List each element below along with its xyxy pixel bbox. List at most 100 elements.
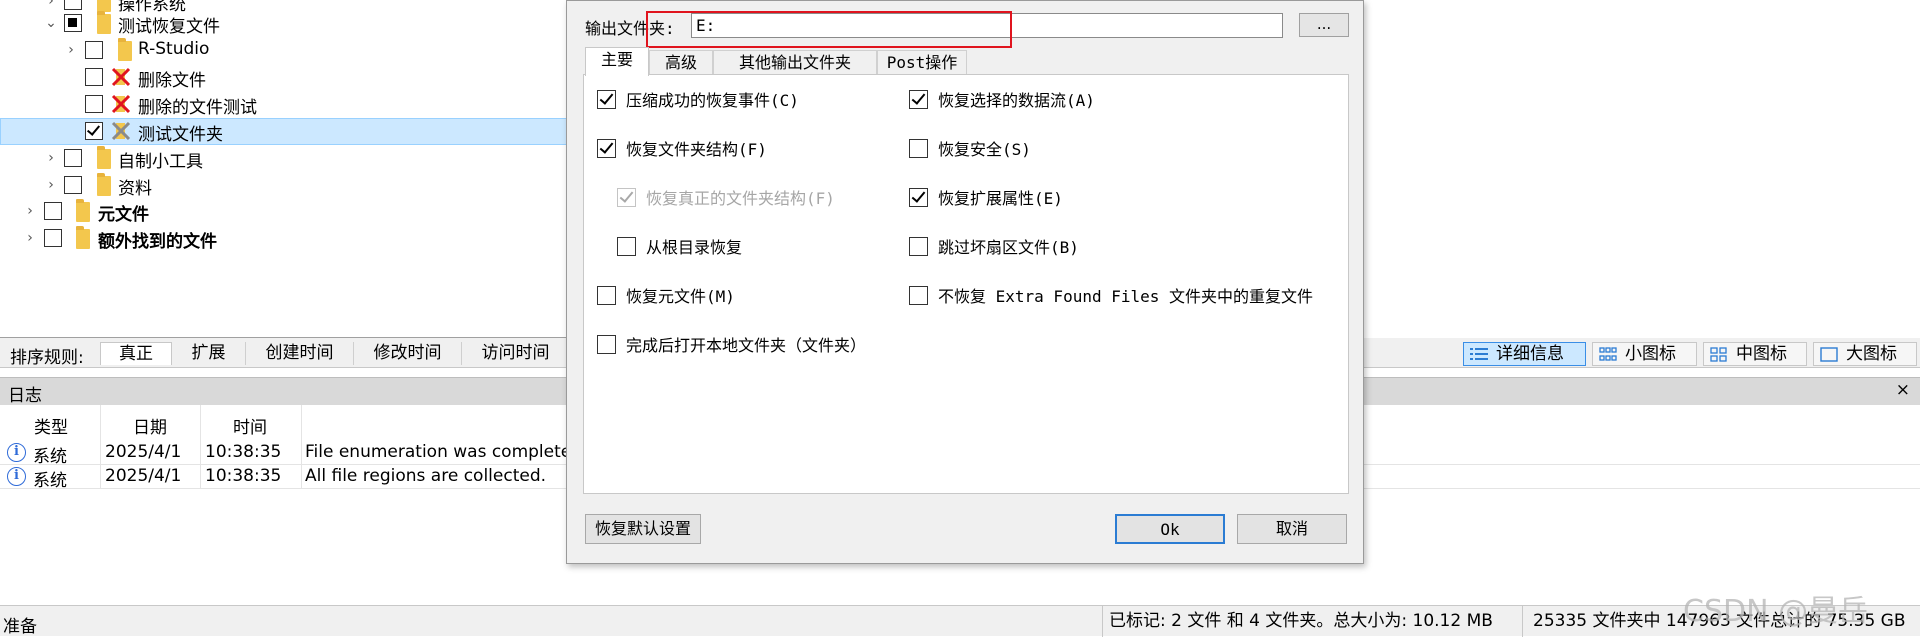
view-details-button[interactable]: 详细信息 bbox=[1463, 342, 1586, 366]
details-view-icon bbox=[1470, 348, 1488, 360]
sort-tab-modified[interactable]: 修改时间 bbox=[354, 342, 462, 365]
tab-advanced[interactable]: 高级 bbox=[649, 50, 713, 75]
large-icons-view-icon bbox=[1820, 347, 1838, 362]
tree-checkbox[interactable] bbox=[85, 68, 103, 86]
tree-item-deleted-files[interactable]: 删除文件 bbox=[0, 64, 567, 91]
tree-item-test-folder[interactable]: 测试文件夹 bbox=[0, 118, 567, 145]
tree-item-label: 删除的文件测试 bbox=[138, 98, 257, 118]
tab-other-output-folders[interactable]: 其他输出文件夹 bbox=[713, 50, 877, 75]
small-icons-view-icon bbox=[1599, 347, 1617, 361]
option-restore-from-root[interactable]: 从根目录恢复 bbox=[617, 234, 742, 258]
tree-item-test-recovery[interactable]: ⌄ 测试恢复文件 bbox=[0, 10, 567, 37]
tree-checkbox[interactable] bbox=[64, 149, 82, 167]
tree-item-label: 测试文件夹 bbox=[138, 125, 223, 145]
recover-dialog: 输出文件夹: ... 主要 高级 其他输出文件夹 Post操作 压缩成功的恢复事… bbox=[566, 0, 1364, 564]
chevron-right-icon[interactable]: › bbox=[44, 151, 58, 165]
log-title: 日志 bbox=[8, 386, 42, 406]
log-date: 2025/4/1 bbox=[105, 466, 182, 486]
close-icon[interactable]: × bbox=[1896, 380, 1910, 400]
chevron-right-icon[interactable]: › bbox=[23, 204, 37, 218]
option-restore-selected-streams[interactable]: 恢复选择的数据流(A) bbox=[909, 87, 1095, 111]
view-medium-icons-button[interactable]: 中图标 bbox=[1703, 342, 1807, 366]
checkbox[interactable] bbox=[909, 89, 928, 109]
tree-item-deleted-test[interactable]: 删除的文件测试 bbox=[0, 91, 567, 118]
option-restore-metafiles[interactable]: 恢复元文件(M) bbox=[597, 283, 735, 307]
checkbox[interactable] bbox=[909, 138, 928, 158]
option-open-local-folder[interactable]: 完成后打开本地文件夹（文件夹） bbox=[597, 332, 866, 356]
checkbox[interactable] bbox=[909, 187, 928, 207]
tab-post-operations[interactable]: Post操作 bbox=[877, 50, 967, 75]
tree-checkbox[interactable] bbox=[44, 202, 62, 220]
tree-item-label: 自制小工具 bbox=[118, 152, 203, 172]
checkbox[interactable] bbox=[597, 334, 616, 354]
info-icon: i bbox=[7, 443, 26, 462]
tree-item-label: 元文件 bbox=[98, 205, 149, 225]
option-compress-events[interactable]: 压缩成功的恢复事件(C) bbox=[597, 87, 799, 111]
chevron-down-icon[interactable]: ⌄ bbox=[44, 16, 58, 30]
log-column-time[interactable]: 时间 bbox=[233, 413, 267, 438]
watermark: CSDN @曼岳 bbox=[1683, 594, 1869, 629]
tree-item-metafiles[interactable]: › 元文件 bbox=[0, 198, 567, 225]
option-restore-extended-attributes[interactable]: 恢复扩展属性(E) bbox=[909, 185, 1063, 209]
tree-item-label: 测试恢复文件 bbox=[118, 17, 220, 37]
tree-item-materials[interactable]: › 资料 bbox=[0, 172, 567, 199]
tree-checkbox[interactable] bbox=[85, 41, 103, 59]
chevron-right-icon[interactable]: › bbox=[23, 231, 37, 245]
browse-button[interactable]: ... bbox=[1299, 13, 1349, 37]
option-skip-bad-sector-files[interactable]: 跳过坏扇区文件(B) bbox=[909, 234, 1079, 258]
tree-checkbox[interactable] bbox=[64, 176, 82, 194]
chevron-right-icon[interactable]: › bbox=[64, 43, 78, 57]
checkbox[interactable] bbox=[617, 236, 636, 256]
log-type: 系统 bbox=[33, 471, 67, 491]
tree-item-label: 资料 bbox=[118, 179, 152, 199]
tree-checkbox[interactable] bbox=[85, 95, 103, 113]
ok-button[interactable]: Ok bbox=[1115, 514, 1225, 544]
sort-tab-extension[interactable]: 扩展 bbox=[172, 342, 246, 365]
view-large-icons-label: 大图标 bbox=[1846, 344, 1897, 364]
tab-main[interactable]: 主要 bbox=[585, 47, 649, 76]
log-column-type[interactable]: 类型 bbox=[34, 413, 68, 438]
option-restore-folder-structure[interactable]: 恢复文件夹结构(F) bbox=[597, 136, 767, 160]
chevron-right-icon[interactable]: › bbox=[44, 0, 58, 8]
log-column-date[interactable]: 日期 bbox=[133, 413, 167, 438]
tree-checkbox[interactable] bbox=[44, 229, 62, 247]
checkbox bbox=[617, 187, 636, 207]
view-large-icons-button[interactable]: 大图标 bbox=[1813, 342, 1917, 366]
option-skip-duplicate-extra-found[interactable]: 不恢复 Extra Found Files 文件夹中的重复文件 bbox=[909, 283, 1313, 307]
tree-checkbox[interactable] bbox=[85, 122, 103, 140]
log-type: 系统 bbox=[33, 447, 67, 467]
sort-tab-accessed[interactable]: 访问时间 bbox=[462, 342, 570, 365]
tree-item-label: 删除文件 bbox=[138, 71, 206, 91]
view-small-icons-button[interactable]: 小图标 bbox=[1592, 342, 1697, 366]
reset-defaults-button[interactable]: 恢复默认设置 bbox=[585, 514, 701, 544]
view-small-icons-label: 小图标 bbox=[1625, 344, 1676, 364]
folder-icon bbox=[118, 38, 132, 61]
checkbox[interactable] bbox=[597, 138, 616, 158]
tree-item-tools[interactable]: › 自制小工具 bbox=[0, 145, 567, 172]
cancel-button[interactable]: 取消 bbox=[1237, 514, 1347, 544]
tree-item-label: 额外找到的文件 bbox=[98, 232, 217, 252]
log-message: File enumeration was complete bbox=[305, 442, 572, 462]
tree-item-extra-found[interactable]: › 额外找到的文件 bbox=[0, 225, 567, 252]
folder-tree: › 操作系统 ⌄ 测试恢复文件 › R-Studio 删除文件 删除的文件测试 bbox=[0, 0, 568, 338]
tree-checkbox[interactable] bbox=[64, 14, 82, 32]
main-tab-panel: 压缩成功的恢复事件(C) 恢复选择的数据流(A) 恢复文件夹结构(F) 恢复安全… bbox=[583, 74, 1349, 494]
checkbox[interactable] bbox=[909, 236, 928, 256]
chevron-right-icon[interactable]: › bbox=[44, 178, 58, 192]
tree-item-r-studio[interactable]: › R-Studio bbox=[0, 37, 567, 64]
tree-item-label: R-Studio bbox=[138, 39, 210, 59]
log-date: 2025/4/1 bbox=[105, 442, 182, 462]
log-time: 10:38:35 bbox=[205, 466, 282, 486]
tree-checkbox[interactable] bbox=[64, 0, 82, 10]
view-medium-icons-label: 中图标 bbox=[1736, 344, 1787, 364]
checkbox[interactable] bbox=[597, 89, 616, 109]
sort-tab-created[interactable]: 创建时间 bbox=[246, 342, 354, 365]
folder-icon bbox=[97, 173, 111, 196]
annotation-highlight-box bbox=[646, 11, 1012, 48]
checkbox[interactable] bbox=[597, 285, 616, 305]
folder-icon bbox=[76, 199, 90, 222]
medium-icons-view-icon bbox=[1710, 347, 1727, 362]
option-restore-security[interactable]: 恢复安全(S) bbox=[909, 136, 1031, 160]
sort-tab-real[interactable]: 真正 bbox=[100, 342, 172, 365]
checkbox[interactable] bbox=[909, 285, 928, 305]
